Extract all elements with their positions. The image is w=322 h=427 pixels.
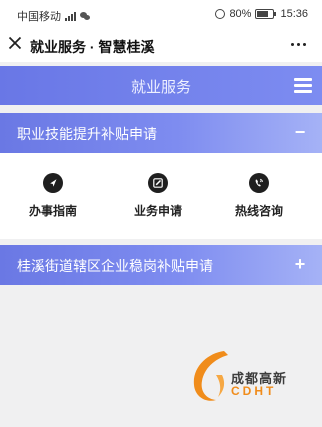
cdht-logo-mark: [193, 351, 228, 401]
nav-title: 就业服务 · 智慧桂溪: [30, 39, 155, 55]
status-right-group: 80% 15:36: [215, 8, 308, 20]
service-label: 业务申请: [133, 204, 182, 218]
service-hotline-button[interactable]: 热线咨询: [219, 173, 299, 219]
status-bar: 中国移动 80% 15:36: [0, 0, 322, 30]
section-skill-subsidy[interactable]: 职业技能提升补贴申请 −: [0, 113, 322, 153]
edit-pen-icon: [148, 173, 168, 193]
service-guide-button[interactable]: 办事指南: [13, 173, 93, 219]
menu-icon[interactable]: [294, 78, 312, 94]
signal-icon: [65, 11, 76, 21]
alarm-icon: [215, 9, 226, 19]
expand-icon[interactable]: +: [290, 254, 310, 274]
section-label: 桂溪街道辖区企业稳岗补贴申请: [17, 258, 213, 274]
service-panel: 办事指南 业务申请 热线咨询: [0, 153, 322, 239]
close-icon[interactable]: [8, 36, 22, 50]
battery-percent: 80%: [229, 8, 252, 20]
section-label: 职业技能提升补贴申请: [17, 126, 157, 142]
clock: 15:36: [280, 8, 308, 20]
service-label: 办事指南: [28, 204, 77, 218]
section-job-stability-subsidy[interactable]: 桂溪街道辖区企业稳岗补贴申请 +: [0, 245, 322, 285]
wechat-icon: [80, 12, 90, 20]
phone-call-icon: [249, 173, 269, 193]
navigation-arrow-icon: [43, 173, 63, 193]
logo-text-en: CDHT: [231, 384, 277, 398]
nav-bar: 就业服务 · 智慧桂溪: [0, 30, 322, 62]
service-apply-button[interactable]: 业务申请: [118, 173, 198, 219]
page-header: 就业服务: [0, 66, 322, 105]
service-label: 热线咨询: [234, 204, 283, 218]
carrier-group: 中国移动: [17, 8, 90, 24]
page-title: 就业服务: [130, 79, 191, 96]
collapse-icon[interactable]: −: [290, 122, 310, 142]
cdht-logo: 成都高新 CDHT: [186, 345, 296, 407]
carrier-name: 中国移动: [17, 11, 61, 23]
more-options-icon[interactable]: [291, 43, 306, 46]
battery-icon: [255, 9, 277, 19]
